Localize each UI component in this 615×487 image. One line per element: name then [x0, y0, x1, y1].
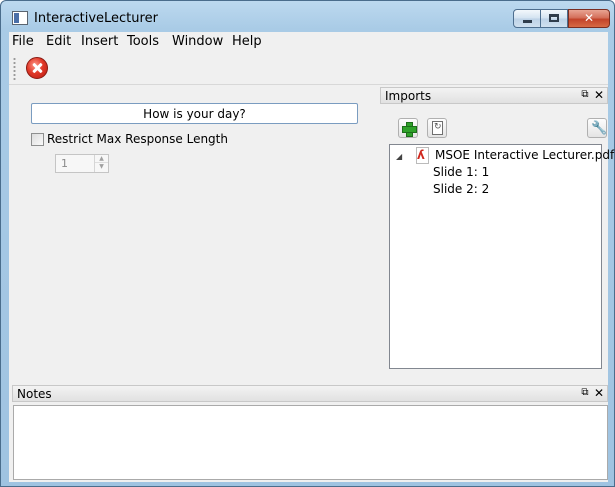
document-refresh-icon	[432, 121, 443, 135]
dock-close-icon[interactable]: ✕	[593, 88, 605, 102]
add-import-button[interactable]	[398, 118, 418, 138]
float-icon[interactable]: ⧉	[579, 387, 591, 399]
menu-insert[interactable]: Insert	[81, 34, 118, 49]
minimize-icon	[523, 20, 532, 23]
client-area: File Edit Insert Tools Window Help Restr…	[9, 32, 614, 482]
menu-help[interactable]: Help	[232, 34, 262, 49]
restrict-length-checkbox[interactable]	[31, 133, 44, 146]
max-length-spinbox[interactable]: 1 ▲ ▼	[55, 154, 109, 173]
spin-buttons: ▲ ▼	[94, 155, 108, 172]
collapse-arrow-icon[interactable]: ◢	[396, 152, 402, 161]
question-panel: Restrict Max Response Length 1 ▲ ▼	[12, 87, 380, 383]
spin-up-icon[interactable]: ▲	[95, 155, 108, 163]
notes-textarea[interactable]	[13, 405, 608, 480]
dock-close-icon[interactable]: ✕	[593, 386, 605, 400]
tree-item-file[interactable]: MSOE Interactive Lecturer.pdf	[435, 148, 614, 162]
plus-icon	[402, 122, 417, 137]
imports-dock: Imports ⧉ ✕ 🔧 ◢ MSOE Interactive Lecture…	[380, 87, 614, 383]
close-icon: ✕	[583, 11, 595, 25]
menu-tools[interactable]: Tools	[127, 34, 159, 49]
imports-dock-title[interactable]: Imports ⧉ ✕	[380, 87, 608, 104]
title-bar[interactable]: InteractiveLecturer ✕	[1, 1, 614, 32]
refresh-import-button[interactable]	[427, 118, 447, 138]
notes-dock-title[interactable]: Notes ⧉ ✕	[12, 385, 608, 402]
notes-dock: Notes ⧉ ✕	[12, 385, 608, 482]
minimize-button[interactable]	[513, 9, 541, 28]
restrict-length-label: Restrict Max Response Length	[47, 132, 228, 146]
imports-title: Imports	[385, 89, 432, 103]
menu-file[interactable]: File	[12, 34, 34, 49]
wrench-icon: 🔧	[591, 121, 608, 136]
spin-down-icon[interactable]: ▼	[95, 163, 108, 171]
float-icon[interactable]: ⧉	[579, 89, 591, 101]
tree-item-slide[interactable]: Slide 2: 2	[433, 182, 489, 196]
notes-title: Notes	[17, 387, 52, 401]
close-button[interactable]: ✕	[568, 9, 610, 28]
maximize-button[interactable]	[541, 9, 568, 28]
maximize-icon	[549, 14, 559, 22]
window-title: InteractiveLecturer	[34, 11, 158, 26]
app-icon	[12, 11, 28, 25]
question-input[interactable]	[31, 103, 358, 124]
app-window: InteractiveLecturer ✕ File Edit Insert T…	[0, 0, 615, 487]
toolbar	[9, 52, 608, 85]
tree-item-slide[interactable]: Slide 1: 1	[433, 165, 489, 179]
stop-button[interactable]	[26, 57, 48, 79]
menu-edit[interactable]: Edit	[46, 34, 71, 49]
max-length-value: 1	[61, 157, 68, 170]
toolbar-grip[interactable]	[13, 57, 16, 81]
settings-button[interactable]: 🔧	[587, 118, 607, 138]
menu-bar: File Edit Insert Tools Window Help	[9, 32, 608, 52]
imports-tree[interactable]: ◢ MSOE Interactive Lecturer.pdf Slide 1:…	[389, 144, 614, 369]
menu-window[interactable]: Window	[172, 34, 223, 49]
pdf-icon	[415, 147, 429, 164]
